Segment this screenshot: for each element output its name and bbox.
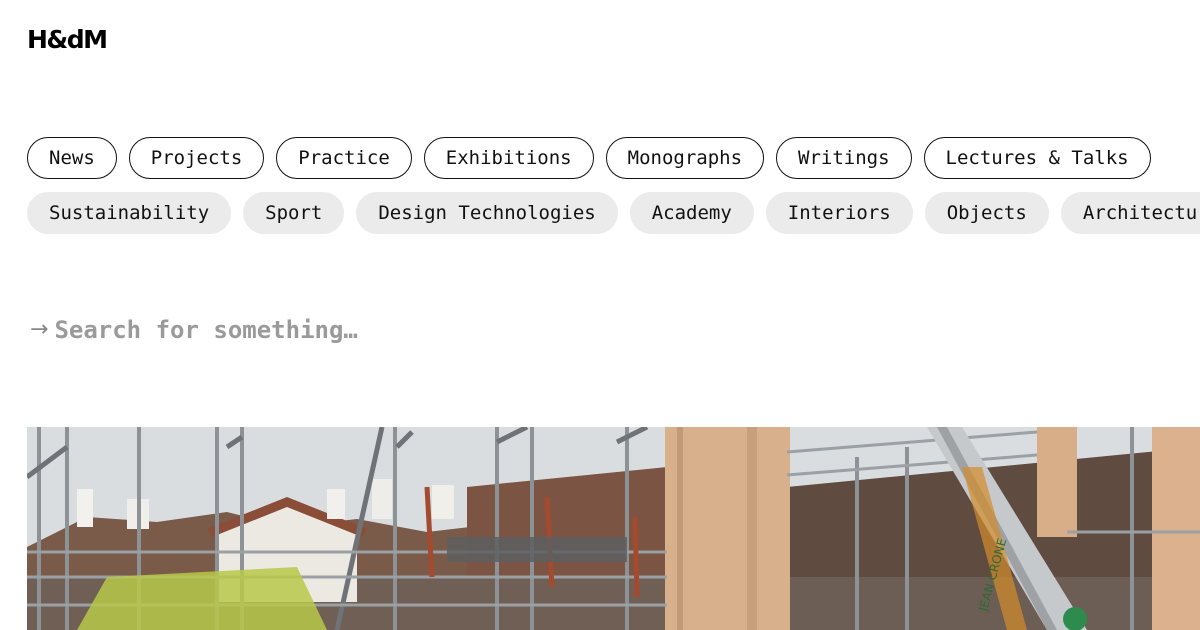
tag-chip-sport[interactable]: Sport: [243, 192, 345, 234]
construction-photo: JEAN CRONE: [27, 427, 1200, 630]
nav-chip-lectures-talks[interactable]: Lectures & Talks: [923, 137, 1151, 179]
tag-chip-academy[interactable]: Academy: [629, 192, 754, 234]
nav-chip-exhibitions[interactable]: Exhibitions: [423, 137, 594, 179]
nav-chip-monographs[interactable]: Monographs: [605, 137, 765, 179]
nav-chip-writings[interactable]: Writings: [776, 137, 912, 179]
hero-image[interactable]: JEAN CRONE: [27, 427, 1200, 630]
nav-chip-projects[interactable]: Projects: [128, 137, 265, 179]
page: H&dM News Projects Practice Exhibitions …: [0, 0, 1200, 630]
search-input[interactable]: [54, 316, 655, 344]
site-logo[interactable]: H&dM: [27, 24, 108, 56]
primary-nav: News Projects Practice Exhibitions Monog…: [27, 137, 1151, 179]
tag-chip-objects[interactable]: Objects: [924, 192, 1049, 234]
topic-tags: Sustainability Sport Design Technologies…: [27, 192, 1200, 234]
nav-chip-practice[interactable]: Practice: [276, 137, 412, 179]
search-bar: →: [30, 309, 655, 351]
arrow-right-icon: →: [30, 317, 49, 342]
tag-chip-design-technologies[interactable]: Design Technologies: [356, 192, 618, 234]
tag-chip-sustainability[interactable]: Sustainability: [27, 192, 232, 234]
nav-chip-news[interactable]: News: [27, 137, 117, 179]
tag-chip-architecture[interactable]: Architecture: [1060, 192, 1200, 234]
tag-chip-interiors[interactable]: Interiors: [765, 192, 913, 234]
